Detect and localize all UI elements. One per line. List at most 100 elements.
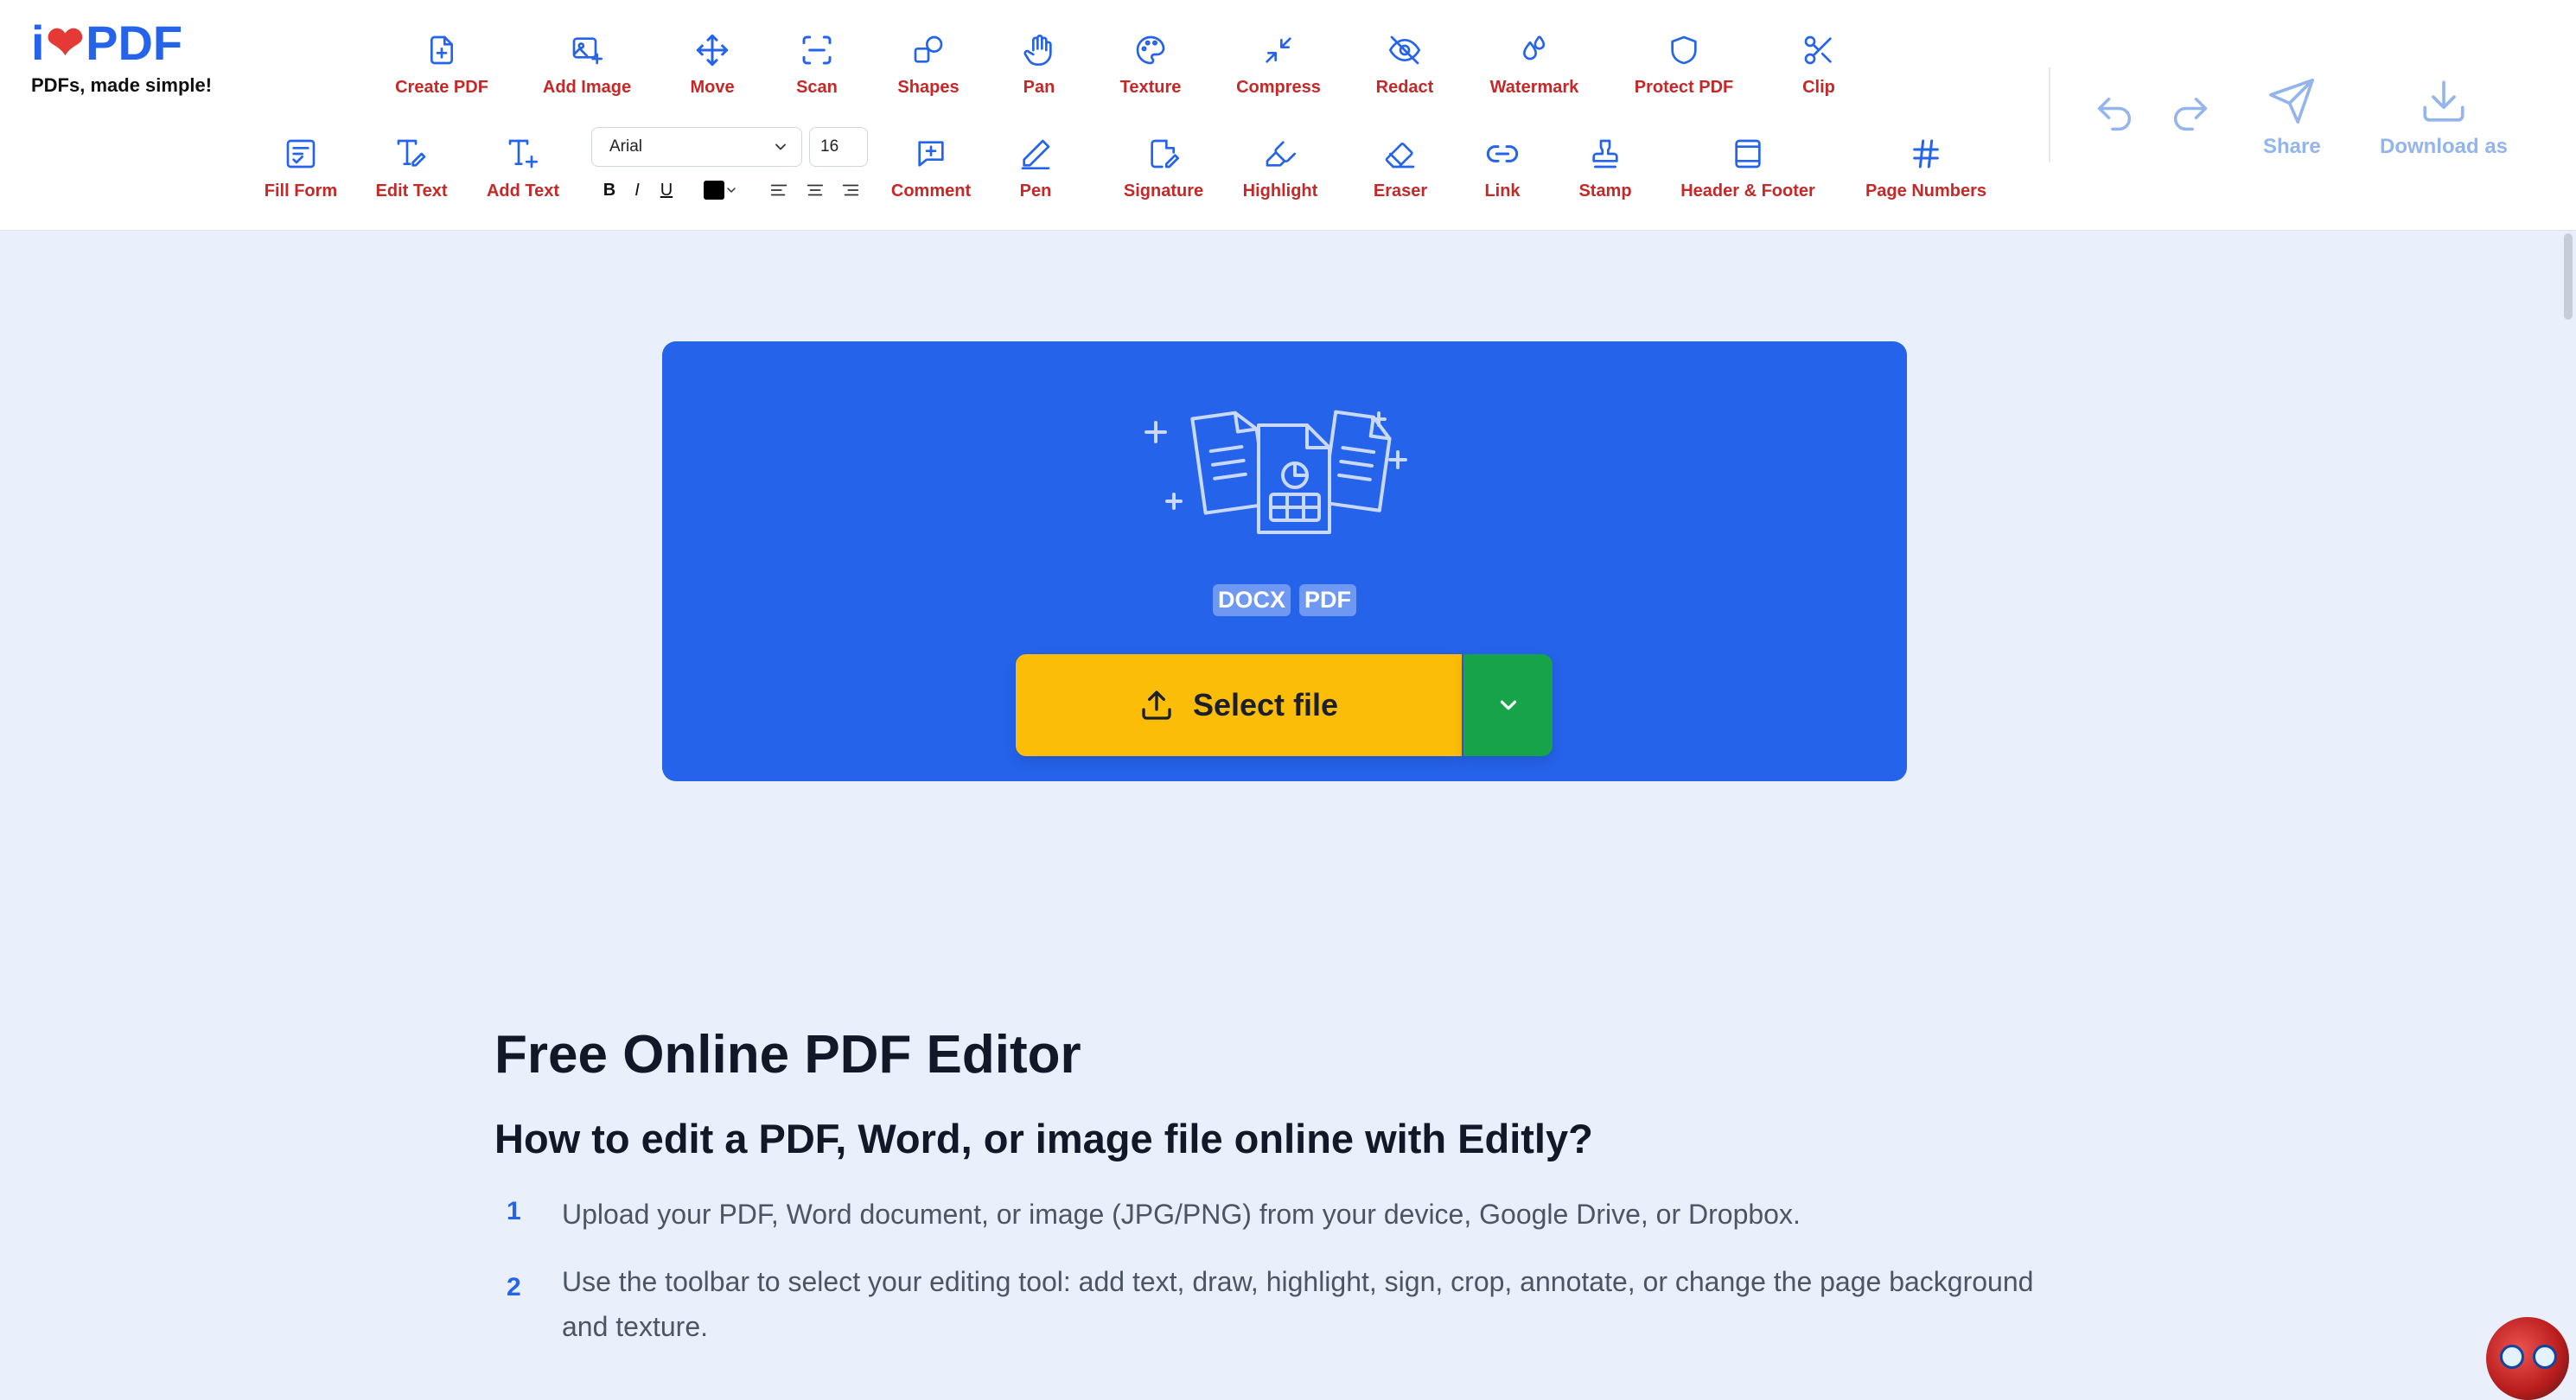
format-badge: DOCX [1212, 584, 1291, 616]
chevron-down-icon [1500, 700, 1516, 710]
toolbar-divider [2049, 67, 2050, 162]
tool-redact[interactable]: Redact [1331, 29, 1478, 98]
tool-header-footer[interactable]: Header & Footer [1674, 133, 1821, 201]
scissors-icon [1798, 29, 1840, 71]
add-text-icon [502, 133, 544, 175]
format-badge: PDF [1299, 584, 1356, 616]
tool-label: Highlight [1242, 181, 1318, 200]
documents-illustration [1145, 410, 1407, 534]
mascot-eye [2500, 1345, 2524, 1369]
redo-icon [2173, 97, 2208, 131]
tool-label: Scan [796, 78, 838, 97]
top-toolbar: i ❤ PDF PDFs, made simple! Create PDF Ad… [0, 0, 2576, 231]
page-subtitle: How to edit a PDF, Word, or image file o… [494, 1116, 1593, 1161]
tool-label: Watermark [1489, 78, 1579, 97]
tool-label: Header & Footer [1680, 181, 1815, 200]
tool-label: Signature [1123, 181, 1204, 200]
align-center-icon [807, 184, 824, 196]
undo-button[interactable] [2092, 92, 2137, 137]
undo-icon [2097, 97, 2132, 131]
share-label: Share [2263, 135, 2321, 158]
scan-icon [796, 29, 838, 71]
tool-texture[interactable]: Texture [1077, 29, 1224, 98]
tool-label: Protect PDF [1634, 78, 1734, 97]
tool-stamp[interactable]: Stamp [1532, 133, 1679, 201]
text-color-picker[interactable] [697, 176, 745, 204]
tool-label: Pan [1023, 78, 1055, 97]
tool-label: Pen [1019, 181, 1052, 200]
download-label: Download as [2380, 135, 2509, 158]
step-number: 2 [507, 1273, 521, 1301]
compress-icon [1258, 29, 1299, 71]
underline-button[interactable]: U [654, 176, 679, 204]
download-icon [2423, 80, 2464, 122]
tool-label: Fill Form [264, 181, 338, 200]
align-left-icon [770, 184, 787, 196]
hand-icon [1018, 29, 1060, 71]
tool-label: Create PDF [395, 78, 488, 97]
tool-label: Move [690, 78, 735, 97]
image-plus-icon [566, 29, 608, 71]
redo-button[interactable] [2168, 92, 2213, 137]
upload-icon [1142, 690, 1171, 720]
font-family-select[interactable]: Arial [591, 127, 802, 167]
upload-source-dropdown[interactable] [1463, 654, 1553, 756]
upload-dropzone[interactable]: DOCX PDF Select file [662, 341, 1907, 781]
tool-label: Page Numbers [1865, 181, 1987, 200]
tool-watermark[interactable]: Watermark [1461, 29, 1608, 98]
font-family-value: Arial [609, 137, 643, 156]
tool-clip[interactable]: Clip [1745, 29, 1892, 98]
tool-label: Clip [1802, 78, 1835, 97]
tool-label: Link [1484, 181, 1521, 200]
color-swatch [704, 181, 724, 200]
tool-compress[interactable]: Compress [1205, 29, 1352, 98]
tool-label: Comment [890, 181, 972, 200]
shapes-icon [908, 29, 949, 71]
download-button[interactable]: Download as [2380, 76, 2508, 159]
edit-text-icon [391, 133, 432, 175]
steps-list: 1 Upload your PDF, Word document, or ima… [494, 1192, 2050, 1349]
form-icon [280, 133, 322, 175]
select-file-button[interactable]: Select file [1016, 654, 1462, 756]
tool-add-text[interactable]: Add Text [450, 133, 596, 201]
tool-create-pdf[interactable]: Create PDF [368, 29, 515, 98]
signature-icon [1143, 133, 1184, 175]
list-item: 1 Upload your PDF, Word document, or ima… [494, 1192, 2050, 1237]
comment-icon [910, 133, 952, 175]
tool-label: Add Text [486, 181, 560, 200]
logo-tagline: PDFs, made simple! [31, 74, 213, 96]
bold-button[interactable]: B [596, 176, 622, 204]
align-center-button[interactable] [802, 176, 828, 204]
eye-off-icon [1384, 29, 1425, 71]
step-number: 1 [507, 1197, 521, 1225]
hash-icon [1905, 133, 1947, 175]
palette-icon [1130, 29, 1171, 71]
content-section: Free Online PDF Editor How to edit a PDF… [494, 1024, 2050, 1371]
file-plus-icon [421, 29, 462, 71]
tool-pen[interactable]: Pen [962, 133, 1109, 201]
mascot-eye [2533, 1345, 2557, 1369]
scrollbar[interactable] [2564, 233, 2573, 320]
logo[interactable]: i ❤ PDF PDFs, made simple! [31, 19, 212, 97]
chevron-down-icon [772, 138, 789, 161]
italic-button[interactable]: I [624, 176, 650, 204]
share-button[interactable]: Share [2263, 76, 2321, 159]
align-left-button[interactable] [766, 176, 792, 204]
tool-label: Shapes [897, 78, 960, 97]
tool-label: Redact [1375, 78, 1434, 97]
list-item: 2 Use the toolbar to select your editing… [494, 1259, 2050, 1349]
stamp-icon [1584, 133, 1626, 175]
logo-mark: i ❤ PDF [31, 19, 212, 67]
assistant-mascot-icon[interactable] [2486, 1317, 2569, 1400]
select-file-label: Select file [1192, 687, 1339, 722]
page-title: Free Online PDF Editor [494, 1025, 1081, 1085]
tool-protect-pdf[interactable]: Protect PDF [1610, 29, 1757, 98]
link-icon [1482, 133, 1523, 175]
tool-page-numbers[interactable]: Page Numbers [1852, 133, 1999, 201]
logo-prefix: i [31, 16, 45, 70]
highlighter-icon [1259, 133, 1301, 175]
eraser-icon [1380, 133, 1421, 175]
heart-icon: ❤ [46, 18, 85, 68]
format-badges: DOCX PDF [662, 584, 1907, 616]
step-text: Upload your PDF, Word document, or image… [562, 1199, 1801, 1230]
